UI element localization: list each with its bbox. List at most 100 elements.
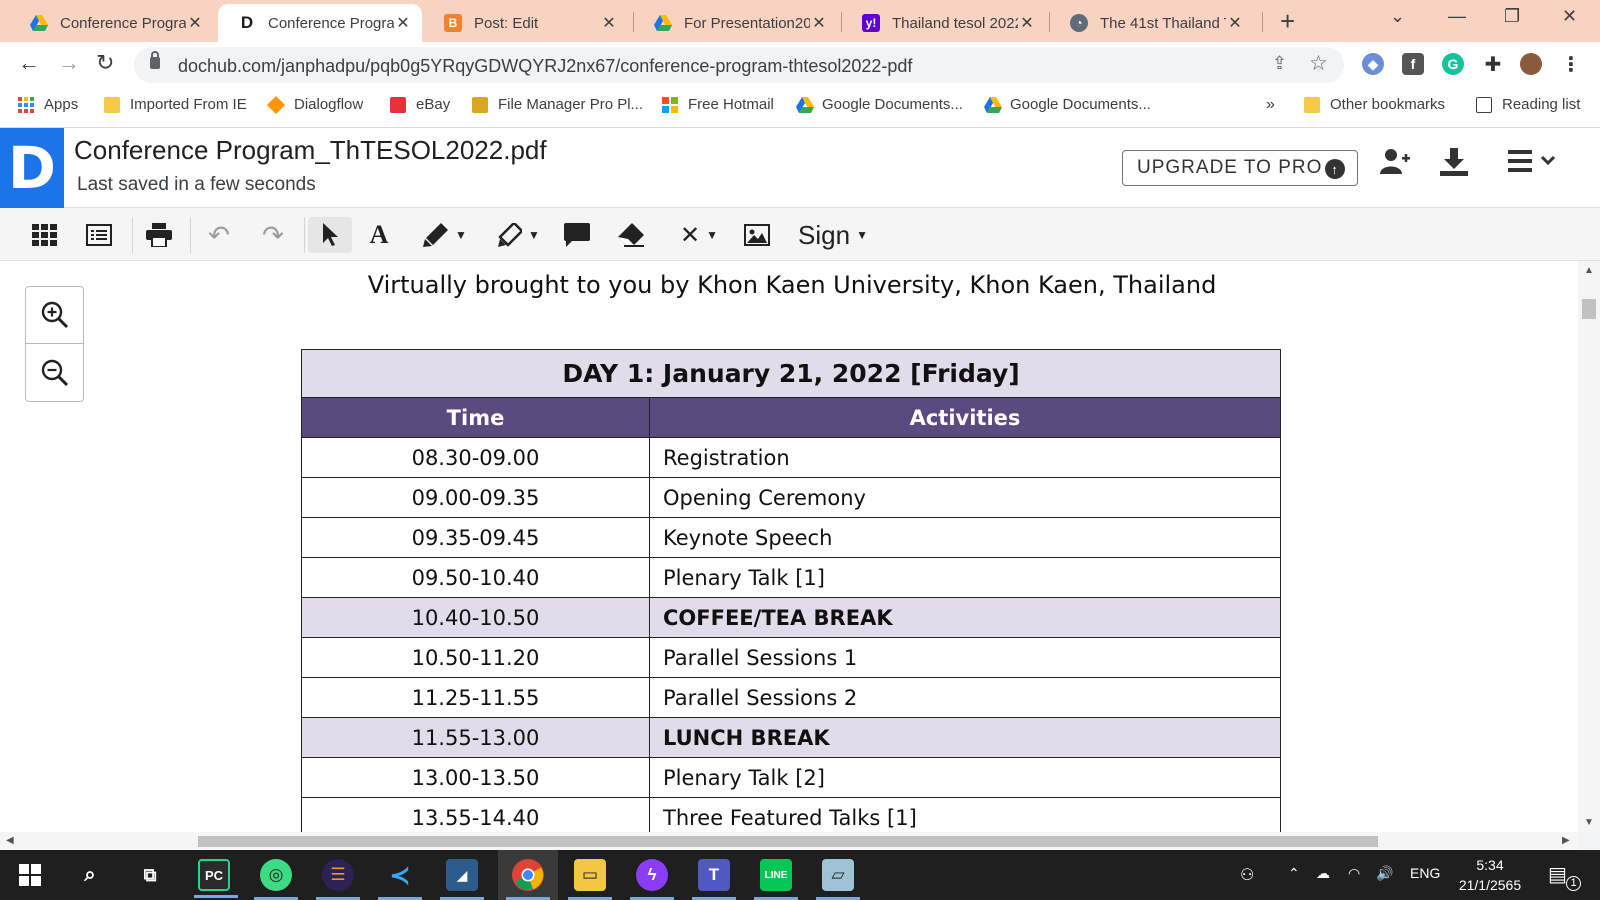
bookmark-google-documents-2[interactable]: Google Documents... xyxy=(984,96,1151,113)
browser-tab-4[interactable]: For Presentation2022 ✕ xyxy=(634,4,838,42)
line-app-icon[interactable]: LINE xyxy=(754,859,798,900)
bookmark-dialogflow[interactable]: Dialogflow xyxy=(266,95,363,114)
browser-tab-1[interactable]: Conference Program_ThTESOL2022.pdf ✕ xyxy=(10,4,214,42)
scroll-up-arrow-icon[interactable]: ▲ xyxy=(1584,265,1594,276)
close-tab-icon[interactable]: ✕ xyxy=(1226,13,1244,33)
close-tab-icon[interactable]: ✕ xyxy=(394,13,412,33)
browser-tab-3[interactable]: B Post: Edit ✕ xyxy=(424,4,628,42)
extensions-puzzle-icon[interactable]: ✚ xyxy=(1482,53,1504,76)
horizontal-scrollbar[interactable]: ◀ ▶ xyxy=(0,832,1578,850)
notification-center-icon[interactable]: ▤ xyxy=(1548,862,1567,887)
select-pointer-tool[interactable] xyxy=(308,217,352,253)
vpn-app-icon[interactable]: ◢ xyxy=(440,859,484,900)
draw-pen-tool[interactable]: ▼ xyxy=(416,217,474,253)
bookmark-label: Google Documents... xyxy=(1010,96,1151,113)
new-tab-button[interactable]: + xyxy=(1280,6,1295,37)
pycharm-icon[interactable]: PC xyxy=(194,859,238,898)
horizontal-scroll-thumb[interactable] xyxy=(198,836,1378,847)
show-hidden-icons-chevron[interactable]: ⌃ xyxy=(1288,865,1300,882)
vscode-icon[interactable]: ≺ xyxy=(378,859,422,900)
android-studio-icon[interactable]: ◎ xyxy=(254,859,298,900)
windows-start-icon[interactable] xyxy=(14,859,46,891)
bookmark-imported-from-ie[interactable]: Imported From IE xyxy=(104,96,247,113)
teams-icon[interactable]: T xyxy=(692,859,736,900)
minimize-icon[interactable]: — xyxy=(1448,6,1466,27)
tab-title: Thailand tesol 2022 xyxy=(892,14,1018,32)
scroll-down-arrow-icon[interactable]: ▼ xyxy=(1584,817,1594,828)
scroll-left-arrow-icon[interactable]: ◀ xyxy=(6,835,14,846)
forward-arrow-icon[interactable]: → xyxy=(58,50,80,76)
close-tab-icon[interactable]: ✕ xyxy=(186,13,204,33)
tab-search-icon[interactable]: ⌄ xyxy=(1390,6,1405,27)
document-subtitle: Virtually brought to you by Khon Kaen Un… xyxy=(367,271,1217,299)
bookmark-other-bookmarks[interactable]: Other bookmarks xyxy=(1304,96,1445,113)
volume-icon[interactable]: 🔊 xyxy=(1376,865,1393,882)
address-bar[interactable]: dochub.com/janphadpu/pqb0g5YRqyGDWQYRJ2n… xyxy=(134,47,1344,83)
highlighter-tool[interactable]: ▼ xyxy=(490,217,548,253)
close-tab-icon[interactable]: ✕ xyxy=(1018,13,1036,33)
system-clock[interactable]: 5:34 21/1/2565 xyxy=(1450,855,1530,895)
comment-icon[interactable] xyxy=(562,217,592,253)
browser-tab-5[interactable]: y! Thailand tesol 2022 ✕ xyxy=(842,4,1046,42)
close-window-icon[interactable]: ✕ xyxy=(1562,6,1577,27)
vertical-scroll-thumb[interactable] xyxy=(1582,299,1596,319)
hamburger-menu-icon[interactable] xyxy=(1508,148,1558,181)
print-icon[interactable] xyxy=(144,217,174,253)
close-tab-icon[interactable]: ✕ xyxy=(600,13,618,33)
document-file-name[interactable]: Conference Program_ThTESOL2022.pdf xyxy=(74,135,547,166)
eraser-icon[interactable] xyxy=(616,217,646,253)
bookmark-reading-list[interactable]: Reading list xyxy=(1476,96,1580,113)
activity-cell: Keynote Speech xyxy=(649,517,1281,558)
bookmarks-bar: Apps Imported From IE Dialogflow eBay Fi… xyxy=(0,88,1600,128)
notes-app-icon[interactable]: ▱ xyxy=(816,859,860,900)
zoom-in-button[interactable] xyxy=(26,287,83,344)
thumbnails-grid-icon[interactable] xyxy=(30,217,60,253)
search-icon[interactable]: ⌕ xyxy=(74,859,106,891)
chrome-icon[interactable] xyxy=(506,859,550,900)
bookmark-star-icon[interactable]: ☆ xyxy=(1309,51,1328,76)
restore-icon[interactable]: ❐ xyxy=(1504,6,1520,27)
people-icon[interactable]: ⚇ xyxy=(1240,865,1254,885)
bookmark-google-documents-1[interactable]: Google Documents... xyxy=(796,96,963,113)
day-title-row: DAY 1: January 21, 2022 [Friday] xyxy=(301,349,1281,398)
share-icon[interactable]: ⇪ xyxy=(1272,53,1287,74)
browser-menu-icon[interactable]: ⋮ xyxy=(1560,53,1582,76)
insert-image-icon[interactable] xyxy=(742,217,772,253)
task-view-icon[interactable]: ⧉ xyxy=(134,859,166,891)
zoom-out-button[interactable] xyxy=(26,344,83,401)
dochub-logo[interactable]: D xyxy=(0,128,64,208)
wifi-icon[interactable]: ◠ xyxy=(1348,865,1360,882)
break-row: 10.40-10.50 COFFEE/TEA BREAK xyxy=(301,597,1281,638)
document-viewer[interactable]: Virtually brought to you by Khon Kaen Un… xyxy=(0,261,1600,832)
redo-icon[interactable]: ↷ xyxy=(258,217,288,253)
text-tool-icon[interactable]: A xyxy=(364,217,394,253)
close-tab-icon[interactable]: ✕ xyxy=(810,13,828,33)
vertical-scrollbar[interactable]: ▲ ▼ xyxy=(1578,261,1600,832)
sign-dropdown-button[interactable]: Sign ▼ xyxy=(790,217,876,253)
bookmark-ebay[interactable]: eBay xyxy=(390,96,450,113)
browser-tab-2-active[interactable]: D Conference Program_ThTESOL2022.pdf ✕ xyxy=(218,4,422,42)
messenger-icon[interactable]: ϟ xyxy=(630,859,674,900)
cross-mark-tool[interactable]: ✕ ▼ xyxy=(670,217,728,253)
facebook-extension-icon[interactable]: f xyxy=(1402,53,1424,75)
browser-tab-6[interactable]: ◔ The 41st Thailand TESOL ✕ xyxy=(1050,4,1254,42)
add-user-icon[interactable] xyxy=(1380,148,1410,181)
outline-list-icon[interactable] xyxy=(84,217,114,253)
download-icon[interactable] xyxy=(1440,148,1468,183)
bookmark-free-hotmail[interactable]: Free Hotmail xyxy=(662,96,774,113)
eclipse-icon[interactable]: ☰ xyxy=(316,859,360,900)
bookmark-file-manager[interactable]: File Manager Pro Pl... xyxy=(472,96,643,113)
grammarly-icon[interactable]: G xyxy=(1442,53,1464,75)
reload-icon[interactable]: ↻ xyxy=(96,50,114,76)
bookmark-apps[interactable]: Apps xyxy=(18,96,78,113)
file-explorer-icon[interactable]: ▭ xyxy=(568,859,612,900)
profile-avatar[interactable] xyxy=(1520,53,1542,75)
upgrade-to-pro-button[interactable]: UPGRADE TO PRO ↑ xyxy=(1122,150,1358,186)
extension-sync-icon[interactable]: ◆ xyxy=(1362,53,1384,75)
back-arrow-icon[interactable]: ← xyxy=(18,50,40,76)
scroll-right-arrow-icon[interactable]: ▶ xyxy=(1562,835,1570,846)
bookmarks-overflow-button[interactable]: » xyxy=(1266,96,1275,114)
undo-icon[interactable]: ↶ xyxy=(204,217,234,253)
onedrive-error-icon[interactable]: ☁ xyxy=(1316,865,1330,882)
input-language[interactable]: ENG xyxy=(1410,865,1440,881)
